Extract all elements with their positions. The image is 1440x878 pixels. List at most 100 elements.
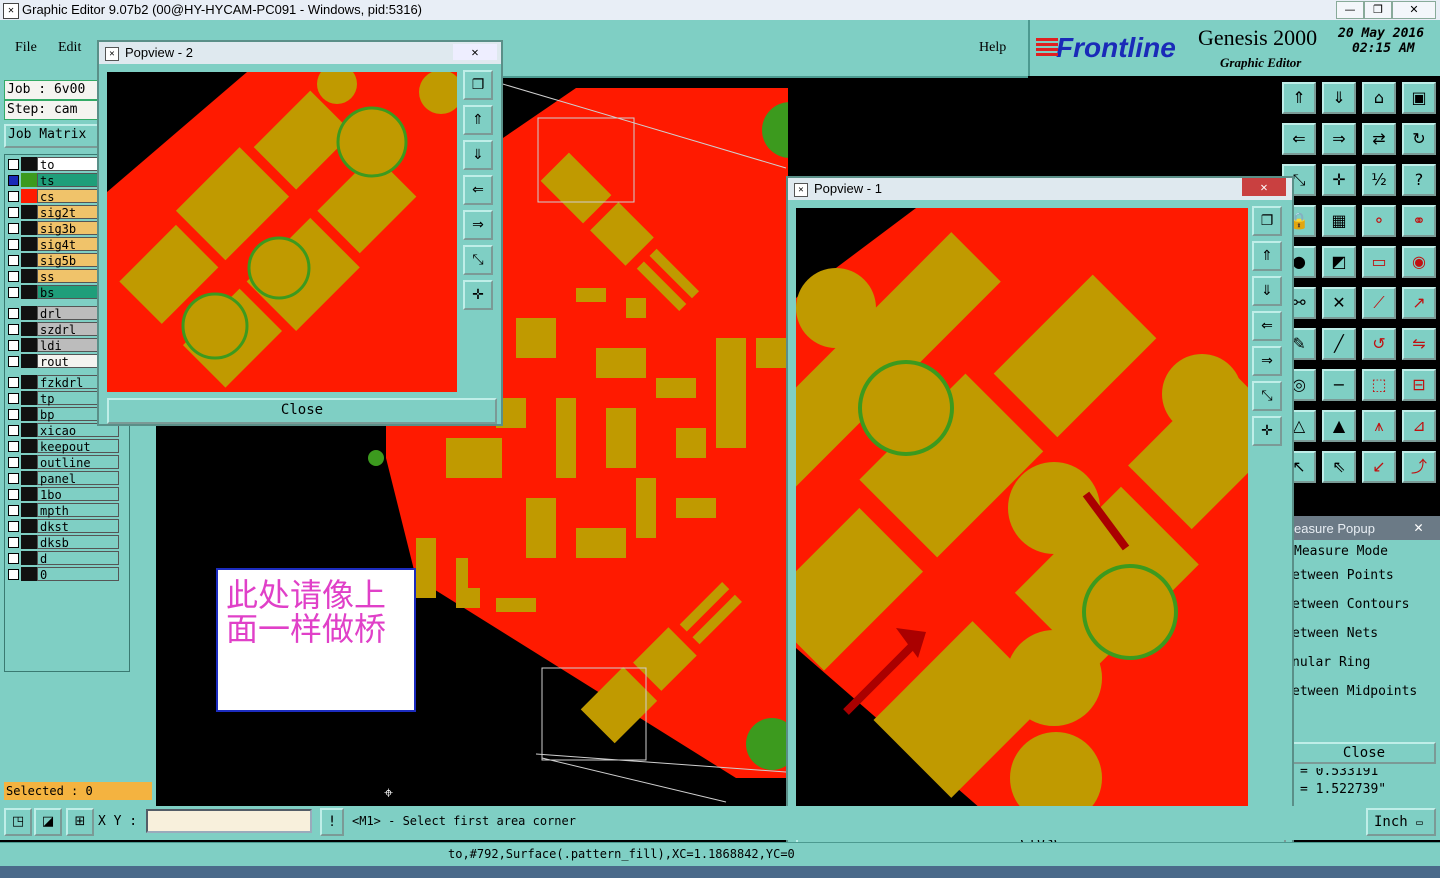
layer-checkbox[interactable] <box>8 308 19 319</box>
minus-icon[interactable]: − <box>1322 369 1356 401</box>
layer-row[interactable]: outline <box>5 455 119 470</box>
layer-checkbox[interactable] <box>8 239 19 250</box>
move-left-icon[interactable]: ⇐ <box>463 175 493 205</box>
center-icon[interactable]: ✛ <box>1322 164 1356 196</box>
center-icon[interactable]: ✛ <box>1252 416 1282 446</box>
measure-mode-option[interactable]: etween Contours <box>1292 593 1436 617</box>
measure-mode-option[interactable]: etween Midpoints <box>1292 680 1436 704</box>
layer-checkbox[interactable] <box>8 473 19 484</box>
layer-checkbox[interactable] <box>8 553 19 564</box>
layer-row[interactable]: keepout <box>5 439 119 454</box>
layer-checkbox[interactable] <box>8 569 19 580</box>
layer-row[interactable]: 0 <box>5 567 119 582</box>
grid-icon[interactable]: ▦ <box>1322 205 1356 237</box>
layer-checkbox[interactable] <box>8 409 19 420</box>
slash-icon[interactable]: ╱ <box>1322 328 1356 360</box>
net-highlight-icon[interactable]: ⚭ <box>1402 205 1436 237</box>
layer-checkbox[interactable] <box>8 175 19 186</box>
swap-icon[interactable]: ⇄ <box>1362 123 1396 155</box>
cross-icon[interactable]: ✕ <box>1322 287 1356 319</box>
move-left-icon[interactable]: ⇐ <box>1252 311 1282 341</box>
flip-icon[interactable]: ⇋ <box>1402 328 1436 360</box>
loop-icon[interactable]: ↻ <box>1402 123 1436 155</box>
help-icon[interactable]: ? <box>1402 164 1436 196</box>
move-up-icon[interactable]: ⇑ <box>1282 82 1316 114</box>
zoom-diagonal-icon[interactable]: ◪ <box>34 808 62 836</box>
popview-1-canvas[interactable] <box>796 208 1248 822</box>
zoom-area-icon[interactable]: ◳ <box>4 808 32 836</box>
panel-icon[interactable]: ▣ <box>1402 82 1436 114</box>
layer-row[interactable]: 1bo <box>5 487 119 502</box>
measure-mode-option[interactable]: nular Ring <box>1292 651 1436 675</box>
move-up-icon[interactable]: ⇑ <box>1252 241 1282 271</box>
layer-row[interactable]: dksb <box>5 535 119 550</box>
frame-icon[interactable]: ⬚ <box>1362 369 1396 401</box>
menu-file[interactable]: File <box>15 40 37 56</box>
measure-mode-option[interactable]: etween Nets <box>1292 622 1436 646</box>
move-down-icon[interactable]: ⇓ <box>463 140 493 170</box>
move-down-icon[interactable]: ⇓ <box>1322 82 1356 114</box>
curve-icon[interactable]: ↗ <box>1402 287 1436 319</box>
layer-checkbox[interactable] <box>8 324 19 335</box>
layer-checkbox[interactable] <box>8 393 19 404</box>
path-icon[interactable]: ⤴ <box>1402 451 1436 483</box>
ratio-icon[interactable]: ½ <box>1362 164 1396 196</box>
units-select[interactable]: Inch ▭ <box>1366 808 1436 836</box>
measure-popup-close-icon[interactable]: ✕ <box>1414 518 1423 536</box>
layer-checkbox[interactable] <box>8 537 19 548</box>
fit-icon[interactable]: ⤡ <box>463 245 493 275</box>
layer-checkbox[interactable] <box>8 425 19 436</box>
move-right-icon[interactable]: ⇒ <box>463 210 493 240</box>
grid-link-icon[interactable]: ⊟ <box>1402 369 1436 401</box>
layer-checkbox[interactable] <box>8 159 19 170</box>
move-up-icon[interactable]: ⇑ <box>463 105 493 135</box>
job-matrix-button[interactable]: Job Matrix <box>4 124 104 148</box>
popview-2-close-button[interactable]: Close <box>107 398 497 424</box>
circle-icon[interactable]: ◉ <box>1402 246 1436 278</box>
layer-row[interactable]: mpth <box>5 503 119 518</box>
triangle-plus-icon[interactable]: ⊿ <box>1402 410 1436 442</box>
minimize-button[interactable]: — <box>1336 1 1364 19</box>
layer-checkbox[interactable] <box>8 340 19 351</box>
fit-icon[interactable]: ⤡ <box>1252 381 1282 411</box>
center-icon[interactable]: ✛ <box>463 280 493 310</box>
triangle-arrow-icon[interactable]: ⩚ <box>1362 410 1396 442</box>
move-right-icon[interactable]: ⇒ <box>1252 346 1282 376</box>
rotate-icon[interactable]: ↺ <box>1362 328 1396 360</box>
layer-checkbox[interactable] <box>8 223 19 234</box>
select-icon[interactable]: ◩ <box>1322 246 1356 278</box>
layer-row[interactable]: panel <box>5 471 119 486</box>
menu-help[interactable]: Help <box>979 40 1006 56</box>
layer-checkbox[interactable] <box>8 489 19 500</box>
move-down-icon[interactable]: ⇓ <box>1252 276 1282 306</box>
layer-row[interactable]: dkst <box>5 519 119 534</box>
layer-checkbox[interactable] <box>8 271 19 282</box>
xy-input[interactable] <box>146 809 312 833</box>
layer-checkbox[interactable] <box>8 287 19 298</box>
arrow-left-icon[interactable]: ⇐ <box>1282 123 1316 155</box>
pointer-edit-icon[interactable]: ↙ <box>1362 451 1396 483</box>
measure-mode-option[interactable]: etween Points <box>1292 564 1436 588</box>
layer-checkbox[interactable] <box>8 255 19 266</box>
close-window-button[interactable]: ✕ <box>1392 1 1436 19</box>
menu-edit[interactable]: Edit <box>58 40 81 56</box>
copy-view-icon[interactable]: ❐ <box>463 70 493 100</box>
snap-grid-icon[interactable]: ⊞ <box>66 808 94 836</box>
arrow-right-icon[interactable]: ⇒ <box>1322 123 1356 155</box>
layer-checkbox[interactable] <box>8 505 19 516</box>
alert-icon[interactable]: ! <box>320 808 344 836</box>
layer-checkbox[interactable] <box>8 441 19 452</box>
layer-checkbox[interactable] <box>8 521 19 532</box>
layer-row[interactable]: d <box>5 551 119 566</box>
triangle-up-icon[interactable]: ▲ <box>1322 410 1356 442</box>
maximize-button[interactable]: ❐ <box>1364 1 1392 19</box>
home-icon[interactable]: ⌂ <box>1362 82 1396 114</box>
ruler-icon[interactable]: ▭ <box>1362 246 1396 278</box>
popview-2-canvas[interactable] <box>107 72 457 392</box>
net-icon[interactable]: ⚬ <box>1362 205 1396 237</box>
popview-1-close-icon[interactable]: ✕ <box>1242 178 1286 196</box>
layer-checkbox[interactable] <box>8 356 19 367</box>
measure-close-button[interactable]: Close <box>1292 742 1436 764</box>
line-icon[interactable]: ⟋ <box>1362 287 1396 319</box>
copy-view-icon[interactable]: ❐ <box>1252 206 1282 236</box>
